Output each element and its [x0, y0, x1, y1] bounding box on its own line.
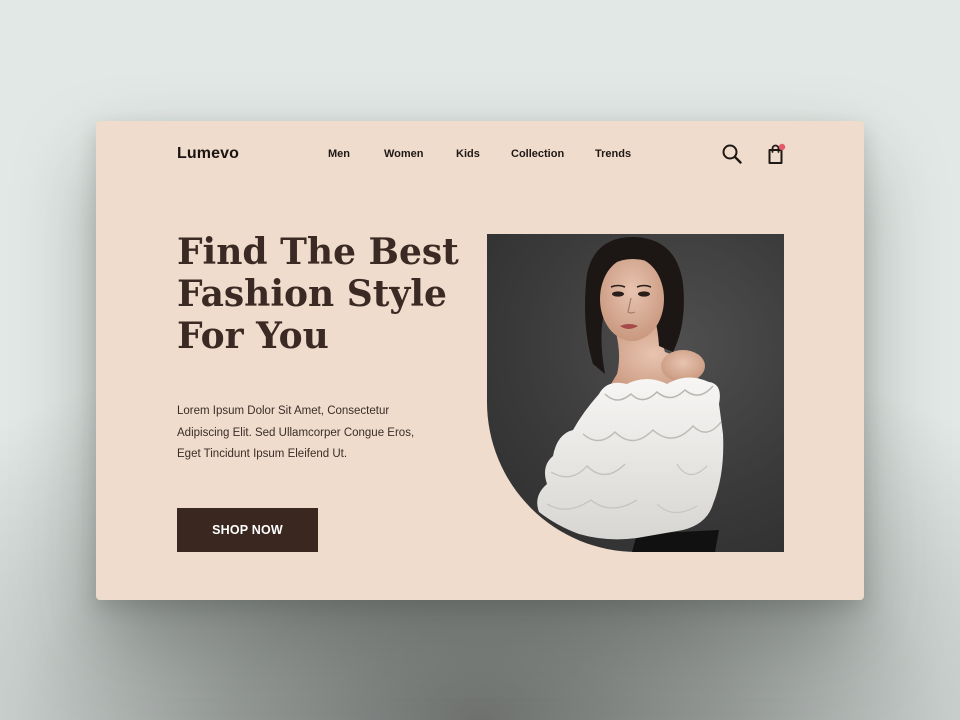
headline-line: Fashion Style: [177, 273, 447, 315]
description-line: Adipiscing Elit. Sed Ullamcorper Congue …: [177, 426, 415, 439]
hero-card: Lumevo Men Women Kids Collection Trends …: [96, 121, 864, 600]
shop-now-button[interactable]: SHOP NOW: [177, 508, 318, 552]
nav-item-men[interactable]: Men: [328, 148, 350, 160]
shopping-bag-icon: [768, 143, 786, 164]
description-line: Lorem Ipsum Dolor Sit Amet, Consectetur: [177, 405, 390, 417]
search-icon: [722, 144, 742, 164]
nav-item-kids[interactable]: Kids: [456, 148, 480, 160]
cart-button[interactable]: [764, 142, 788, 166]
headline-line: Find The Best: [177, 231, 459, 273]
cart-badge: [778, 143, 786, 151]
hero-description: Lorem Ipsum Dolor Sit Amet, Consectetur …: [177, 401, 437, 466]
hero-image: [487, 234, 784, 552]
headline-line: For You: [177, 315, 329, 357]
hero-headline: Find The Best Fashion Style For You: [177, 231, 467, 357]
model-photo: [537, 236, 724, 552]
nav-item-trends[interactable]: Trends: [595, 148, 631, 160]
description-line: Eget Tincidunt Ipsum Eleifend Ut.: [177, 448, 348, 460]
search-button[interactable]: [721, 143, 743, 165]
nav-item-collection[interactable]: Collection: [511, 148, 564, 160]
main-nav: Men Women Kids Collection Trends: [96, 148, 864, 164]
nav-item-women[interactable]: Women: [384, 148, 424, 160]
